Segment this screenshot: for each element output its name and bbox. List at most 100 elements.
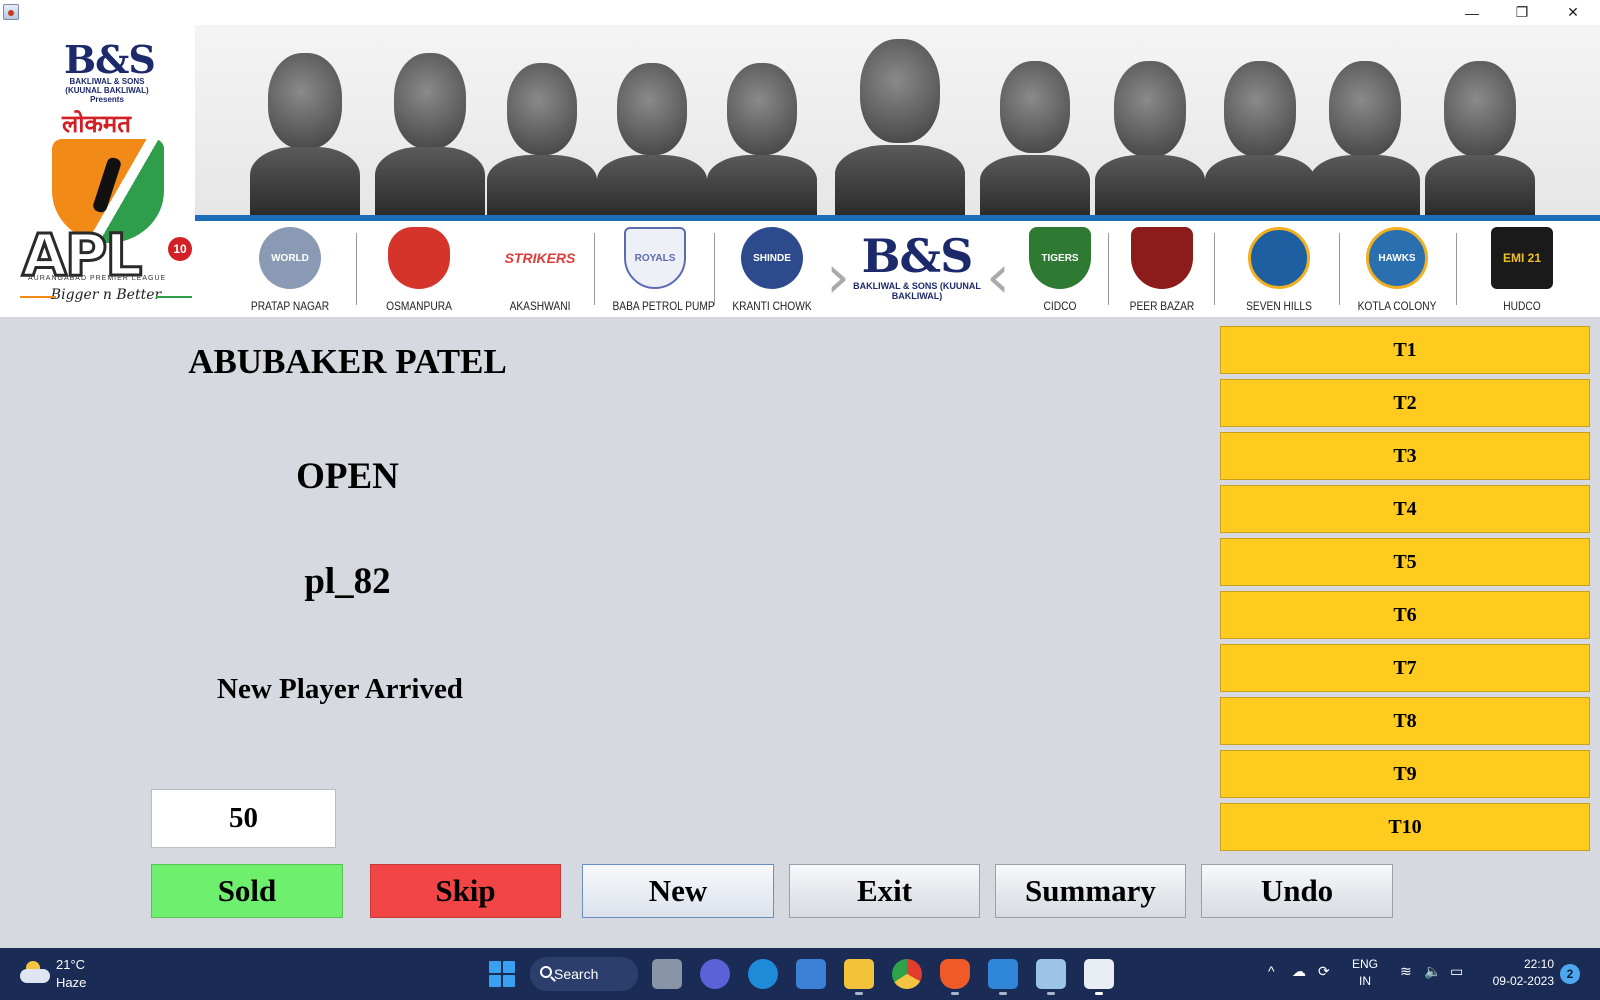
league-full-name: AURANGABAD PREMIER LEAGUE — [28, 275, 167, 282]
store-icon[interactable] — [796, 959, 826, 989]
taskbar-search-button[interactable]: Search — [530, 957, 638, 991]
team-button-t7[interactable]: T7 — [1220, 644, 1590, 692]
team-name: CIDCO — [1043, 299, 1077, 313]
java-app-icon[interactable] — [1084, 959, 1114, 995]
weather-condition[interactable]: Haze — [56, 975, 86, 990]
weather-temperature[interactable]: 21°C — [56, 957, 85, 972]
owners-photo-strip — [195, 25, 1600, 217]
team-button-t4[interactable]: T4 — [1220, 485, 1590, 533]
banner-divider — [190, 215, 1600, 221]
team-emblem-icon — [388, 227, 450, 289]
search-label: Search — [554, 966, 599, 982]
chat-icon[interactable] — [700, 959, 730, 989]
team-name: PRATAP NAGAR — [250, 299, 330, 313]
center-sponsor-logo: B&S BAKLIWAL & SONS (KUUNAL BAKLIWAL) — [852, 231, 982, 301]
team-button-t9[interactable]: T9 — [1220, 750, 1590, 798]
player-name: ABUBAKER PATEL — [188, 342, 507, 381]
java-app-icon[interactable] — [3, 4, 19, 20]
file-explorer-icon[interactable] — [844, 959, 874, 995]
team-separator — [1108, 233, 1109, 305]
owner-photo — [980, 25, 1090, 217]
team-separator — [594, 233, 595, 305]
minimize-button[interactable]: — — [1447, 0, 1497, 25]
team-logo-akashwani: STRIKERS AKASHWANI — [490, 225, 590, 317]
team-logo-peer-bazar: PEER BAZAR — [1112, 225, 1212, 317]
team-button-t10[interactable]: T10 — [1220, 803, 1590, 851]
bid-amount-field[interactable]: 50 — [151, 789, 336, 848]
summary-button[interactable]: Summary — [995, 864, 1186, 918]
owner-photo — [1205, 25, 1315, 217]
team-logo-seven-hills: SEVEN HILLS — [1229, 225, 1329, 317]
team-name: HUDCO — [1503, 299, 1541, 313]
sync-icon[interactable]: ⟳ — [1318, 963, 1330, 980]
league-logo: B&S BAKLIWAL & SONS (KUUNAL BAKLIWAL) Pr… — [0, 25, 195, 317]
owner-photo — [707, 25, 817, 217]
auction-status: OPEN — [296, 456, 399, 497]
taskbar: 21°C Haze Search ^ ☁ ⟳ ENG IN ≋ 🔈 ▭ 22:1… — [0, 948, 1600, 1000]
team-separator — [1339, 233, 1340, 305]
team-separator — [1214, 233, 1215, 305]
team-button-t6[interactable]: T6 — [1220, 591, 1590, 639]
team-emblem-icon — [1131, 227, 1193, 289]
team-emblem-icon: ROYALS — [624, 227, 686, 289]
status-message: New Player Arrived — [217, 673, 463, 705]
player-id: pl_82 — [304, 561, 391, 602]
system-clock[interactable]: 22:10 09-02-2023 — [1482, 956, 1554, 990]
owner-photo — [1095, 25, 1205, 217]
sold-button[interactable]: Sold — [151, 864, 343, 918]
wifi-icon[interactable]: ≋ — [1400, 963, 1412, 980]
team-button-t5[interactable]: T5 — [1220, 538, 1590, 586]
new-button[interactable]: New — [582, 864, 774, 918]
brave-browser-icon[interactable] — [940, 959, 970, 995]
team-emblem-icon: HAWKS — [1366, 227, 1428, 289]
team-name: AKASHWANI — [509, 299, 571, 313]
team-name: SEVEN HILLS — [1246, 299, 1312, 313]
team-logo-cidco: TIGERS CIDCO — [1010, 225, 1110, 317]
volume-icon[interactable]: 🔈 — [1424, 963, 1441, 980]
clock-date: 09-02-2023 — [1492, 974, 1554, 988]
chevron-up-icon[interactable]: ^ — [1268, 963, 1275, 979]
sponsor-subtitle: BAKLIWAL & SONS (KUUNAL BAKLIWAL) Presen… — [65, 77, 149, 104]
undo-button[interactable]: Undo — [1201, 864, 1393, 918]
team-name: OSMANPURA — [386, 299, 452, 313]
team-logo-kotla-colony: HAWKS KOTLA COLONY — [1347, 225, 1447, 317]
weather-cloud-icon[interactable] — [20, 961, 50, 985]
chrome-browser-icon[interactable] — [892, 959, 922, 989]
team-separator — [1456, 233, 1457, 305]
team-button-t2[interactable]: T2 — [1220, 379, 1590, 427]
team-button-t1[interactable]: T1 — [1220, 326, 1590, 374]
team-emblem-icon: TIGERS — [1029, 227, 1091, 289]
onedrive-cloud-icon[interactable]: ☁ — [1292, 963, 1306, 980]
team-name: KRANTI CHOWK — [732, 299, 812, 313]
task-view-icon[interactable] — [652, 959, 682, 989]
close-button[interactable]: ✕ — [1548, 0, 1598, 25]
notepad-icon[interactable] — [988, 959, 1018, 995]
center-sponsor-subtitle: BAKLIWAL & SONS (KUUNAL BAKLIWAL) — [853, 281, 981, 301]
team-logo-pratap-nagar: WORLD PRATAP NAGAR — [240, 225, 340, 317]
language-indicator[interactable]: ENG IN — [1352, 956, 1378, 990]
skip-button[interactable]: Skip — [370, 864, 561, 918]
team-button-t8[interactable]: T8 — [1220, 697, 1590, 745]
virtualbox-cube-icon[interactable] — [1036, 959, 1066, 995]
league-tagline: Bigger n Better — [20, 287, 192, 303]
restore-button[interactable]: ❐ — [1497, 0, 1547, 25]
windows-start-icon[interactable] — [489, 961, 515, 987]
language-code: ENG — [1352, 957, 1379, 971]
team-button-t3[interactable]: T3 — [1220, 432, 1590, 480]
owner-photo — [250, 25, 360, 217]
owner-photo — [1310, 25, 1420, 217]
chevron-left-icon: ‹ — [986, 242, 1010, 312]
chevron-right-icon: › — [826, 242, 850, 312]
exit-button[interactable]: Exit — [789, 864, 980, 918]
notification-badge[interactable]: 2 — [1560, 964, 1580, 984]
team-emblem-icon: WORLD — [259, 227, 321, 289]
window-title-bar: — ❐ ✕ — [0, 0, 1600, 25]
edition-badge: 10 — [168, 237, 192, 261]
battery-icon[interactable]: ▭ — [1450, 963, 1463, 980]
edge-browser-icon[interactable] — [748, 959, 778, 989]
sponsor-logo: B&S — [64, 37, 156, 82]
team-separator — [714, 233, 715, 305]
team-emblem-icon — [1248, 227, 1310, 289]
league-banner: B&S BAKLIWAL & SONS (KUUNAL BAKLIWAL) Pr… — [0, 25, 1600, 317]
region-code: IN — [1359, 974, 1371, 988]
